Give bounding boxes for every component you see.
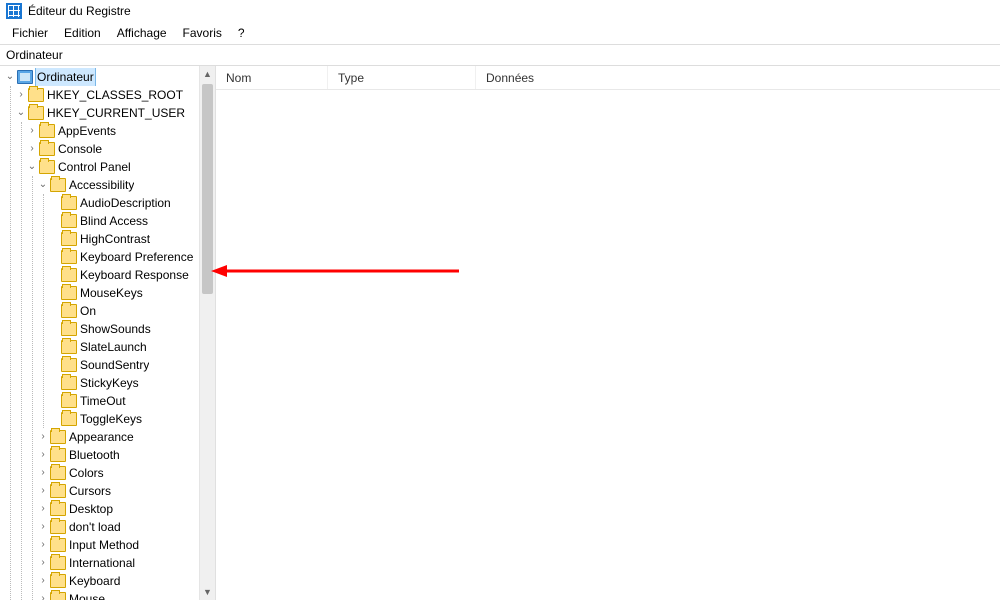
folder-icon — [50, 538, 66, 552]
title-bar: Éditeur du Registre — [0, 0, 1000, 22]
chevron-down-icon[interactable]: ⌄ — [15, 104, 27, 122]
folder-icon — [50, 466, 66, 480]
menu-help[interactable]: ? — [232, 24, 251, 42]
chevron-right-icon[interactable]: › — [37, 536, 49, 554]
folder-icon — [61, 394, 77, 408]
chevron-down-icon[interactable]: ⌄ — [4, 68, 16, 86]
folder-icon — [50, 430, 66, 444]
folder-icon — [28, 106, 44, 120]
folder-icon — [61, 250, 77, 264]
folder-icon — [39, 142, 55, 156]
chevron-right-icon[interactable]: › — [37, 518, 49, 536]
workspace: ⌄ Ordinateur › HKEY_CLASSES_ROOT ⌄ HKEY_… — [0, 66, 1000, 600]
chevron-right-icon[interactable]: › — [15, 86, 27, 104]
tree-node-accessibility-child[interactable]: Keyboard Preference — [48, 248, 200, 266]
chevron-right-icon[interactable]: › — [37, 446, 49, 464]
list-column-headers: Nom Type Données — [216, 66, 1000, 90]
folder-icon — [28, 88, 44, 102]
column-header-type[interactable]: Type — [328, 66, 476, 89]
tree-node-accessibility-child[interactable]: Keyboard Response — [48, 266, 200, 284]
scroll-down-icon[interactable]: ▼ — [200, 584, 215, 600]
tree-node-console[interactable]: › Console — [26, 140, 200, 158]
tree-node-controlpanel-child[interactable]: ›Input Method — [37, 536, 200, 554]
menu-file[interactable]: Fichier — [6, 24, 54, 42]
folder-icon — [50, 556, 66, 570]
folder-icon — [50, 484, 66, 498]
chevron-right-icon[interactable]: › — [37, 572, 49, 590]
menu-bar: Fichier Edition Affichage Favoris ? — [0, 22, 1000, 44]
tree-pane: ⌄ Ordinateur › HKEY_CLASSES_ROOT ⌄ HKEY_… — [0, 66, 216, 600]
folder-icon — [61, 268, 77, 282]
tree-node-accessibility-child[interactable]: TimeOut — [48, 392, 200, 410]
chevron-right-icon[interactable]: › — [26, 140, 38, 158]
tree-node-controlpanel-child[interactable]: ›Mouse — [37, 590, 200, 600]
folder-icon — [50, 178, 66, 192]
chevron-right-icon[interactable]: › — [37, 500, 49, 518]
tree-node-controlpanel-child[interactable]: ›Bluetooth — [37, 446, 200, 464]
window-title: Éditeur du Registre — [28, 4, 131, 18]
chevron-down-icon[interactable]: ⌄ — [26, 158, 38, 176]
column-header-name[interactable]: Nom — [216, 66, 328, 89]
folder-icon — [61, 340, 77, 354]
address-bar[interactable]: Ordinateur — [0, 44, 1000, 66]
folder-icon — [50, 574, 66, 588]
tree-node-hkcr[interactable]: › HKEY_CLASSES_ROOT — [15, 86, 200, 104]
tree-node-accessibility-child[interactable]: StickyKeys — [48, 374, 200, 392]
tree-node-appevents[interactable]: › AppEvents — [26, 122, 200, 140]
tree-node-controlpanel-child[interactable]: ›Colors — [37, 464, 200, 482]
chevron-down-icon[interactable]: ⌄ — [37, 176, 49, 194]
tree-node-controlpanel-child[interactable]: ›Cursors — [37, 482, 200, 500]
column-header-data[interactable]: Données — [476, 66, 1000, 89]
tree-node-accessibility-child[interactable]: Blind Access — [48, 212, 200, 230]
chevron-right-icon[interactable]: › — [37, 464, 49, 482]
tree-node-controlpanel-child[interactable]: ›International — [37, 554, 200, 572]
tree-node-computer[interactable]: ⌄ Ordinateur — [4, 68, 200, 86]
folder-icon — [61, 304, 77, 318]
folder-icon — [61, 376, 77, 390]
chevron-right-icon[interactable]: › — [37, 482, 49, 500]
menu-edit[interactable]: Edition — [58, 24, 107, 42]
tree-node-controlpanel-child[interactable]: ›Keyboard — [37, 572, 200, 590]
folder-icon — [39, 160, 55, 174]
folder-icon — [61, 322, 77, 336]
folder-icon — [61, 232, 77, 246]
menu-view[interactable]: Affichage — [111, 24, 173, 42]
tree-node-accessibility-child[interactable]: HighContrast — [48, 230, 200, 248]
tree-node-hkcu[interactable]: ⌄ HKEY_CURRENT_USER — [15, 104, 200, 122]
computer-icon — [17, 70, 33, 84]
chevron-right-icon[interactable]: › — [37, 554, 49, 572]
tree-node-controlpanel-child[interactable]: ›Desktop — [37, 500, 200, 518]
tree-node-controlpanel-child[interactable]: ›Appearance — [37, 428, 200, 446]
tree-node-accessibility-child[interactable]: MouseKeys — [48, 284, 200, 302]
folder-icon — [61, 214, 77, 228]
tree-node-accessibility-child[interactable]: ToggleKeys — [48, 410, 200, 428]
chevron-right-icon[interactable]: › — [26, 122, 38, 140]
folder-icon — [50, 502, 66, 516]
tree-node-controlpanel[interactable]: ⌄ Control Panel — [26, 158, 200, 176]
folder-icon — [50, 448, 66, 462]
chevron-right-icon[interactable]: › — [37, 590, 49, 600]
tree-node-controlpanel-child[interactable]: ›don't load — [37, 518, 200, 536]
tree-node-accessibility-child[interactable]: SoundSentry — [48, 356, 200, 374]
tree-node-accessibility-child[interactable]: SlateLaunch — [48, 338, 200, 356]
folder-icon — [61, 286, 77, 300]
regedit-icon — [6, 3, 22, 19]
scroll-up-icon[interactable]: ▲ — [200, 66, 215, 82]
folder-icon — [61, 358, 77, 372]
tree-node-accessibility-child[interactable]: ShowSounds — [48, 320, 200, 338]
folder-icon — [50, 520, 66, 534]
chevron-right-icon[interactable]: › — [37, 428, 49, 446]
tree-scrollbar[interactable]: ▲ ▼ — [199, 66, 215, 600]
tree-node-accessibility-child[interactable]: AudioDescription — [48, 194, 200, 212]
scroll-thumb[interactable] — [202, 84, 213, 294]
folder-icon — [61, 412, 77, 426]
folder-icon — [39, 124, 55, 138]
registry-tree[interactable]: ⌄ Ordinateur › HKEY_CLASSES_ROOT ⌄ HKEY_… — [0, 66, 200, 600]
values-pane: Nom Type Données — [216, 66, 1000, 600]
tree-node-accessibility[interactable]: ⌄ Accessibility — [37, 176, 200, 194]
folder-icon — [50, 592, 66, 600]
menu-favorites[interactable]: Favoris — [177, 24, 228, 42]
folder-icon — [61, 196, 77, 210]
tree-node-accessibility-child[interactable]: On — [48, 302, 200, 320]
